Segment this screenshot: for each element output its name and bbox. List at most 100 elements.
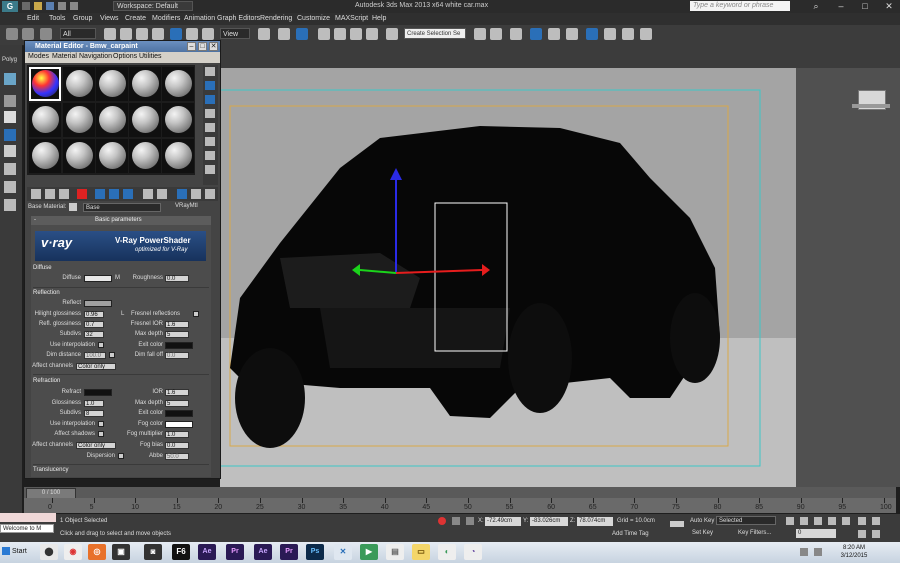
keyboard-shortcut-override-icon[interactable] xyxy=(296,28,308,40)
render-setup-icon[interactable] xyxy=(604,28,616,40)
taskbar-3dsmax-icon[interactable]: ▣ xyxy=(112,544,130,560)
menu-group[interactable]: Group xyxy=(73,13,92,25)
ior-input[interactable]: 1.6 xyxy=(165,389,189,396)
make-preview-icon[interactable] xyxy=(205,137,215,146)
menu-animation[interactable]: Animation xyxy=(184,13,215,25)
selection-filter-dropdown[interactable]: All xyxy=(60,28,96,39)
open-file-icon[interactable] xyxy=(34,2,42,10)
key-filters-button[interactable]: Key Filters... xyxy=(738,530,771,536)
me-menu-options[interactable]: Options xyxy=(113,53,137,60)
taskbar-clock[interactable]: 8:20 AM 3/12/2015 xyxy=(834,544,874,560)
go-to-end-icon[interactable] xyxy=(842,517,850,525)
diffuse-map-button[interactable]: M xyxy=(115,275,120,281)
refr-affect-channels-dropdown[interactable]: Color only xyxy=(76,442,116,449)
angle-snap-icon[interactable] xyxy=(334,28,346,40)
dispersion-checkbox[interactable] xyxy=(118,453,124,459)
hilight-glossiness-input[interactable]: 0.96 xyxy=(84,311,104,318)
taskbar-premiere-icon[interactable]: Pr xyxy=(226,544,244,560)
tray-network-icon[interactable] xyxy=(814,548,822,556)
roughness-input[interactable]: 0.0 xyxy=(165,275,189,282)
me-close-button[interactable]: ✕ xyxy=(209,42,218,51)
taskbar-explorer-icon[interactable]: ⬤ xyxy=(40,544,58,560)
eyedropper-icon[interactable] xyxy=(69,203,77,211)
brush-icon[interactable] xyxy=(4,129,16,141)
taskbar-chrome-icon[interactable]: ◉ xyxy=(64,544,82,560)
refr-exit-color-swatch[interactable] xyxy=(165,410,193,417)
show-map-in-viewport-icon[interactable] xyxy=(157,189,167,199)
graphite-ribbon-icon[interactable] xyxy=(530,28,542,40)
refl-use-interpolation-checkbox[interactable] xyxy=(98,342,104,348)
close-button[interactable]: ✕ xyxy=(878,0,900,12)
taskbar-player-icon[interactable]: ◐ xyxy=(438,544,456,560)
time-slider-track[interactable] xyxy=(24,487,896,498)
pivot-center-icon[interactable] xyxy=(258,28,270,40)
select-by-name-icon[interactable] xyxy=(120,28,132,40)
dim-distance-input[interactable]: 100.0 xyxy=(84,352,106,359)
reset-map-icon[interactable] xyxy=(77,189,87,199)
pin-icon[interactable] xyxy=(438,517,446,525)
backlight-icon[interactable] xyxy=(205,81,215,90)
sample-slot[interactable] xyxy=(96,67,128,101)
background-icon[interactable] xyxy=(205,95,215,104)
menu-maxscript[interactable]: MAXScript xyxy=(335,13,368,25)
sample-type-icon[interactable] xyxy=(205,67,215,76)
select-object-icon[interactable] xyxy=(104,28,116,40)
go-to-start-icon[interactable] xyxy=(786,517,794,525)
select-manipulate-icon[interactable] xyxy=(278,28,290,40)
sample-slot[interactable] xyxy=(129,139,161,173)
scale-icon[interactable] xyxy=(202,28,214,40)
fresnel-ior-input[interactable]: 1.6 xyxy=(165,321,189,328)
refr-max-depth-input[interactable]: 5 xyxy=(165,400,189,407)
reference-coordinate-dropdown[interactable]: View xyxy=(220,28,250,39)
selection-lock-icon[interactable] xyxy=(452,517,460,525)
refl-glossiness-input[interactable]: 0.7 xyxy=(84,321,104,328)
put-to-scene-icon[interactable] xyxy=(45,189,55,199)
make-copy-icon[interactable] xyxy=(95,189,105,199)
snaps-toggle-icon[interactable] xyxy=(318,28,330,40)
sample-slot[interactable] xyxy=(129,103,161,137)
pan-icon[interactable] xyxy=(858,530,866,538)
orbit-icon[interactable] xyxy=(872,530,880,538)
sample-slot[interactable] xyxy=(96,139,128,173)
maximize-button[interactable]: □ xyxy=(854,0,876,12)
track-bar[interactable]: 0 5 10 15 20 25 30 35 40 45 50 55 60 65 70 75 80 85 90 95 10… xyxy=(24,498,896,513)
shirt-icon[interactable] xyxy=(4,111,16,123)
sample-slot[interactable] xyxy=(29,103,61,137)
zoom-icon[interactable] xyxy=(858,517,866,525)
previous-frame-icon[interactable] xyxy=(800,517,808,525)
me-menu-navigation[interactable]: Navigation xyxy=(79,53,112,60)
taskbar-after-effects-2-icon[interactable]: Ae xyxy=(254,544,272,560)
menu-help[interactable]: Help xyxy=(372,13,386,25)
step-icon[interactable] xyxy=(4,181,16,193)
go-forward-sibling-icon[interactable] xyxy=(205,189,215,199)
spinner-snap-icon[interactable] xyxy=(366,28,378,40)
show-end-result-icon[interactable] xyxy=(177,189,187,199)
search-input[interactable]: Type a keyword or phrase xyxy=(690,1,790,11)
assign-to-selection-icon[interactable] xyxy=(59,189,69,199)
zoom-all-icon[interactable] xyxy=(872,517,880,525)
start-button[interactable]: Start xyxy=(2,544,30,560)
taskbar-after-effects-icon[interactable]: Ae xyxy=(198,544,216,560)
tray-flag-icon[interactable] xyxy=(800,548,808,556)
percent-snap-icon[interactable] xyxy=(350,28,362,40)
play-animation-icon[interactable] xyxy=(814,517,822,525)
minimize-button[interactable]: – xyxy=(830,0,852,12)
select-by-material-icon[interactable] xyxy=(205,165,215,174)
viewcube-compass[interactable] xyxy=(852,104,890,108)
refr-use-interpolation-checkbox[interactable] xyxy=(98,421,104,427)
save-icon[interactable] xyxy=(46,2,54,10)
z-coordinate-input[interactable]: 78.074cm xyxy=(577,517,613,526)
menu-rendering[interactable]: Rendering xyxy=(260,13,292,25)
unlink-icon[interactable] xyxy=(22,28,34,40)
dot-icon[interactable] xyxy=(4,95,16,107)
refl-exit-color-swatch[interactable] xyxy=(165,342,193,349)
me-minimize-button[interactable]: – xyxy=(187,42,196,51)
video-color-check-icon[interactable] xyxy=(205,123,215,132)
rendered-frame-window-icon[interactable] xyxy=(622,28,634,40)
fog-color-swatch[interactable] xyxy=(165,421,193,428)
named-selection-set-input[interactable]: Create Selection Se xyxy=(404,28,466,39)
absolute-mode-icon[interactable] xyxy=(466,517,474,525)
refl-affect-channels-dropdown[interactable]: Color only xyxy=(76,363,116,370)
sample-slot[interactable] xyxy=(129,67,161,101)
sample-slot-active[interactable] xyxy=(29,67,61,101)
